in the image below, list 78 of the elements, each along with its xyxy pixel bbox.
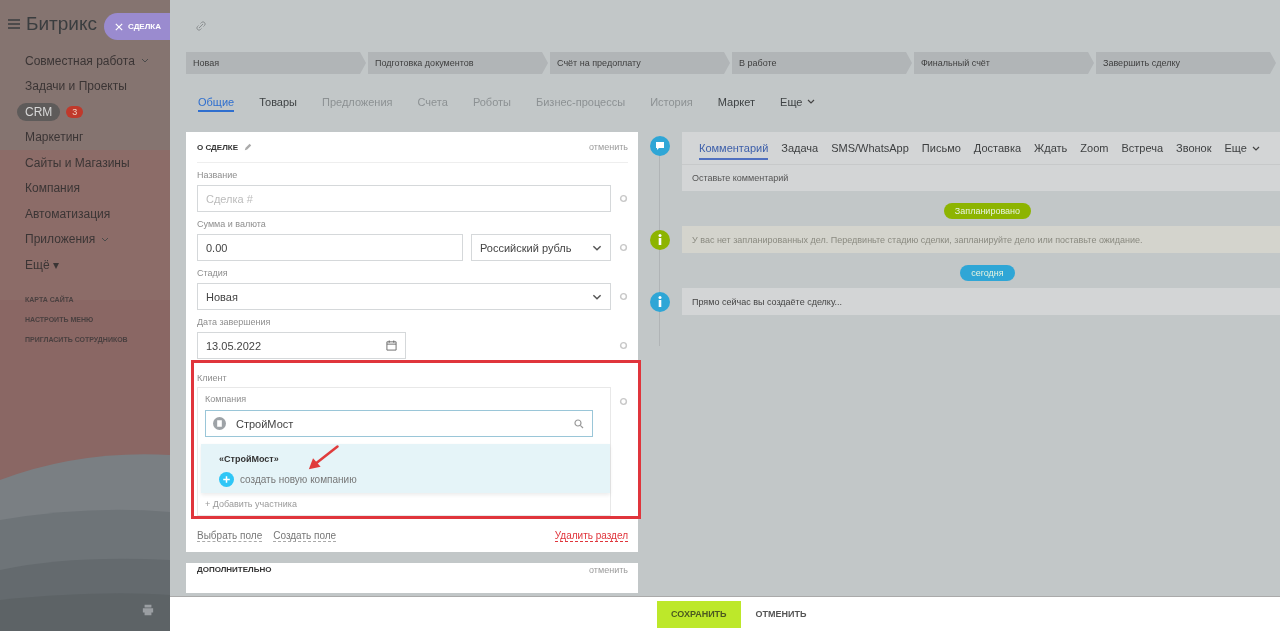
- stage-step[interactable]: Счёт на предоплату: [550, 52, 730, 74]
- comment-icon: [650, 136, 670, 156]
- printer-icon[interactable]: [142, 604, 154, 616]
- more-tab[interactable]: Еще: [780, 91, 816, 112]
- cancel-button[interactable]: ОТМЕНИТЬ: [749, 608, 813, 620]
- section-link[interactable]: Создать поле: [273, 530, 337, 542]
- timeline-badge: сегодня: [960, 265, 1015, 281]
- chevron-icon: [1251, 145, 1260, 151]
- activity-tab[interactable]: Ждать: [1034, 136, 1068, 160]
- sidebar-item[interactable]: Компания: [25, 181, 80, 196]
- gear-icon[interactable]: [619, 292, 628, 301]
- stage-select[interactable]: Новая: [197, 283, 611, 310]
- pencil-icon[interactable]: [244, 143, 252, 151]
- sidebar-item[interactable]: Маркетинг: [25, 130, 84, 145]
- sidebar-item[interactable]: Автоматизация: [25, 206, 111, 221]
- company-icon: [213, 417, 226, 430]
- add-participant-link[interactable]: + Добавить участника: [205, 499, 593, 509]
- stage-step[interactable]: Подготовка документов: [368, 52, 548, 74]
- section-link[interactable]: Удалить раздел: [554, 530, 628, 542]
- gear-icon[interactable]: [619, 243, 628, 252]
- stage-step[interactable]: Новая: [186, 52, 366, 74]
- chevron-icon: [807, 99, 816, 104]
- comment-field[interactable]: Оставьте комментарий: [682, 165, 1280, 191]
- section-link[interactable]: Выбрать поле: [197, 530, 263, 542]
- plus-icon[interactable]: [219, 472, 234, 487]
- menu-icon[interactable]: [8, 19, 20, 29]
- field-label: Дата завершения: [197, 317, 272, 329]
- activity-tab[interactable]: Zoom: [1080, 136, 1109, 160]
- suggestion-item[interactable]: «СтройМост»: [219, 454, 594, 464]
- company-search-field[interactable]: СтройМост: [205, 410, 593, 437]
- activity-tab[interactable]: Доставка: [973, 136, 1022, 160]
- timeline-badge: Запланировано: [943, 203, 1032, 219]
- save-button[interactable]: СОХРАНИТЬ: [657, 600, 741, 628]
- timeline-entry: У вас нет запланированных дел. Передвиньте стадию сделки, запланируйте дело или поставьте ожидание.: [682, 226, 1280, 253]
- field-label: Компания: [205, 394, 248, 406]
- stage-step[interactable]: Завершить сделку: [1096, 52, 1276, 74]
- chevron-icon: [592, 293, 602, 300]
- search-icon[interactable]: [574, 418, 584, 429]
- sidebar-item[interactable]: Задачи и Проекты: [25, 79, 127, 94]
- timeline-entry: Прямо сейчас вы создаёте сделку...: [682, 288, 1280, 315]
- cancel-link[interactable]: отменить: [589, 142, 628, 152]
- gear-icon[interactable]: [619, 397, 628, 406]
- more-tab[interactable]: Еще: [1224, 136, 1260, 160]
- sidebar-item[interactable]: Ещё ▾: [25, 257, 59, 272]
- field-label: Сумма и валюта: [197, 219, 267, 231]
- field-label: Название: [197, 170, 239, 182]
- activity-tab[interactable]: SMS/WhatsApp: [831, 136, 909, 160]
- stage-step[interactable]: В работе: [732, 52, 912, 74]
- input-field[interactable]: 0.00: [197, 234, 463, 261]
- currency-select[interactable]: Российский рубль: [471, 234, 611, 261]
- activity-tab[interactable]: Звонок: [1176, 136, 1212, 160]
- create-company-link[interactable]: создать новую компанию: [240, 474, 357, 485]
- field-label: Стадия: [197, 268, 229, 280]
- gear-icon[interactable]: [619, 341, 628, 350]
- tab[interactable]: Маркет: [717, 91, 756, 112]
- field-label: Клиент: [197, 373, 227, 383]
- tab[interactable]: Товары: [259, 91, 297, 112]
- input-field[interactable]: Сделка #: [197, 185, 611, 212]
- stage-step[interactable]: Финальный счёт: [914, 52, 1094, 74]
- cancel-link[interactable]: отменить: [589, 565, 628, 575]
- calendar-icon[interactable]: [386, 340, 397, 351]
- section-title: ДОПОЛНИТЕЛЬНО: [197, 565, 272, 574]
- gear-icon[interactable]: [619, 194, 628, 203]
- link-icon[interactable]: [196, 21, 206, 31]
- sidebar-item[interactable]: Приложения: [25, 232, 96, 247]
- activity-tab[interactable]: Задача: [781, 136, 819, 160]
- arrow: [307, 444, 341, 471]
- sidebar-item[interactable]: Сайты и Магазины: [25, 155, 130, 170]
- slider-tag[interactable]: СДЕЛКА: [104, 13, 170, 40]
- date-field[interactable]: 13.05.2022: [197, 332, 406, 359]
- chevron-icon: [592, 244, 602, 251]
- close-icon[interactable]: [115, 22, 123, 31]
- activity-tab[interactable]: Комментарий: [699, 136, 769, 160]
- tab[interactable]: Общие: [198, 91, 235, 112]
- section-title: О СДЕЛКЕ: [197, 142, 238, 152]
- activity-tab[interactable]: Письмо: [921, 136, 961, 160]
- activity-tab[interactable]: Встреча: [1121, 136, 1163, 160]
- sidebar-item[interactable]: Совместная работа: [25, 53, 135, 68]
